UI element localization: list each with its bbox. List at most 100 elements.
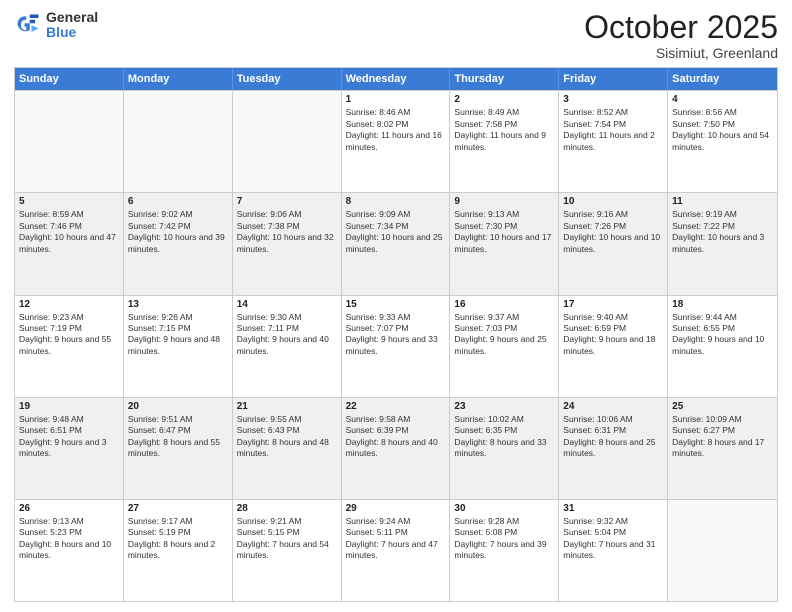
cell-info: Sunrise: 9:06 AM Sunset: 7:38 PM Dayligh… xyxy=(237,209,337,255)
month-title: October 2025 xyxy=(584,10,778,45)
calendar-cell: 9 Sunrise: 9:13 AM Sunset: 7:30 PM Daylig… xyxy=(450,193,559,294)
cell-day-number: 21 xyxy=(237,401,337,412)
cell-info: Sunrise: 9:33 AM Sunset: 7:07 PM Dayligh… xyxy=(346,312,446,358)
cell-info: Sunrise: 9:51 AM Sunset: 6:47 PM Dayligh… xyxy=(128,414,228,460)
cell-info: Sunrise: 9:21 AM Sunset: 5:15 PM Dayligh… xyxy=(237,516,337,562)
cell-info: Sunrise: 10:02 AM Sunset: 6:35 PM Daylig… xyxy=(454,414,554,460)
cell-day-number: 18 xyxy=(672,299,773,310)
calendar-week-4: 19 Sunrise: 9:48 AM Sunset: 6:51 PM Dayli… xyxy=(15,397,777,499)
cell-info: Sunrise: 8:59 AM Sunset: 7:46 PM Dayligh… xyxy=(19,209,119,255)
logo-blue: Blue xyxy=(46,25,98,40)
cell-day-number: 22 xyxy=(346,401,446,412)
logo-general: General xyxy=(46,10,98,25)
cell-day-number: 31 xyxy=(563,503,663,514)
calendar-cell: 14 Sunrise: 9:30 AM Sunset: 7:11 PM Dayli… xyxy=(233,296,342,397)
logo: General Blue xyxy=(14,10,98,41)
cell-day-number: 15 xyxy=(346,299,446,310)
calendar-week-5: 26 Sunrise: 9:13 AM Sunset: 5:23 PM Dayli… xyxy=(15,499,777,601)
cell-info: Sunrise: 9:37 AM Sunset: 7:03 PM Dayligh… xyxy=(454,312,554,358)
calendar-cell: 7Sunrise: 9:06 AM Sunset: 7:38 PM Daylig… xyxy=(233,193,342,294)
calendar-cell xyxy=(15,91,124,192)
calendar-cell: 11Sunrise: 9:19 AM Sunset: 7:22 PM Dayli… xyxy=(668,193,777,294)
calendar-cell: 28 Sunrise: 9:21 AM Sunset: 5:15 PM Dayli… xyxy=(233,500,342,601)
cell-info: Sunrise: 9:32 AM Sunset: 5:04 PM Dayligh… xyxy=(563,516,663,562)
calendar-cell: 26 Sunrise: 9:13 AM Sunset: 5:23 PM Dayli… xyxy=(15,500,124,601)
cell-info: Sunrise: 9:55 AM Sunset: 6:43 PM Dayligh… xyxy=(237,414,337,460)
cell-info: Sunrise: 9:09 AM Sunset: 7:34 PM Dayligh… xyxy=(346,209,446,255)
cell-info: Sunrise: 9:28 AM Sunset: 5:08 PM Dayligh… xyxy=(454,516,554,562)
cell-day-number: 6 xyxy=(128,196,228,207)
cell-day-number: 9 xyxy=(454,196,554,207)
cell-day-number: 30 xyxy=(454,503,554,514)
calendar-cell xyxy=(124,91,233,192)
cell-day-number: 26 xyxy=(19,503,119,514)
header-sunday: Sunday xyxy=(15,68,124,90)
calendar-cell: 1 Sunrise: 8:46 AM Sunset: 8:02 PM Daylig… xyxy=(342,91,451,192)
cell-info: Sunrise: 9:44 AM Sunset: 6:55 PM Dayligh… xyxy=(672,312,773,358)
calendar-cell: 10Sunrise: 9:16 AM Sunset: 7:26 PM Dayli… xyxy=(559,193,668,294)
cell-day-number: 5 xyxy=(19,196,119,207)
cell-info: Sunrise: 9:48 AM Sunset: 6:51 PM Dayligh… xyxy=(19,414,119,460)
cell-info: Sunrise: 9:13 AM Sunset: 5:23 PM Dayligh… xyxy=(19,516,119,562)
cell-day-number: 24 xyxy=(563,401,663,412)
header-wednesday: Wednesday xyxy=(342,68,451,90)
cell-day-number: 28 xyxy=(237,503,337,514)
cell-info: Sunrise: 9:58 AM Sunset: 6:39 PM Dayligh… xyxy=(346,414,446,460)
calendar-cell: 4 Sunrise: 8:56 AM Sunset: 7:50 PM Daylig… xyxy=(668,91,777,192)
calendar-week-3: 12 Sunrise: 9:23 AM Sunset: 7:19 PM Dayli… xyxy=(15,295,777,397)
calendar-cell: 16 Sunrise: 9:37 AM Sunset: 7:03 PM Dayli… xyxy=(450,296,559,397)
cell-day-number: 16 xyxy=(454,299,554,310)
calendar-cell: 23 Sunrise: 10:02 AM Sunset: 6:35 PM Dayl… xyxy=(450,398,559,499)
cell-info: Sunrise: 9:13 AM Sunset: 7:30 PM Dayligh… xyxy=(454,209,554,255)
cell-info: Sunrise: 8:52 AM Sunset: 7:54 PM Dayligh… xyxy=(563,107,663,153)
cell-day-number: 14 xyxy=(237,299,337,310)
cell-day-number: 29 xyxy=(346,503,446,514)
cell-info: Sunrise: 10:09 AM Sunset: 6:27 PM Daylig… xyxy=(672,414,773,460)
calendar-cell: 2Sunrise: 8:49 AM Sunset: 7:58 PM Daylig… xyxy=(450,91,559,192)
cell-info: Sunrise: 9:24 AM Sunset: 5:11 PM Dayligh… xyxy=(346,516,446,562)
calendar-cell: 30 Sunrise: 9:28 AM Sunset: 5:08 PM Dayli… xyxy=(450,500,559,601)
cell-info: Sunrise: 9:26 AM Sunset: 7:15 PM Dayligh… xyxy=(128,312,228,358)
header-saturday: Saturday xyxy=(668,68,777,90)
header-friday: Friday xyxy=(559,68,668,90)
calendar-body: 1 Sunrise: 8:46 AM Sunset: 8:02 PM Daylig… xyxy=(15,90,777,601)
header-monday: Monday xyxy=(124,68,233,90)
calendar-cell: 24 Sunrise: 10:06 AM Sunset: 6:31 PM Dayl… xyxy=(559,398,668,499)
calendar-cell: 5 Sunrise: 8:59 AM Sunset: 7:46 PM Daylig… xyxy=(15,193,124,294)
title-block: October 2025 Sisimiut, Greenland xyxy=(584,10,778,61)
calendar-cell: 8Sunrise: 9:09 AM Sunset: 7:34 PM Daylig… xyxy=(342,193,451,294)
cell-info: Sunrise: 8:46 AM Sunset: 8:02 PM Dayligh… xyxy=(346,107,446,153)
cell-info: Sunrise: 9:02 AM Sunset: 7:42 PM Dayligh… xyxy=(128,209,228,255)
calendar-cell: 18 Sunrise: 9:44 AM Sunset: 6:55 PM Dayli… xyxy=(668,296,777,397)
header-thursday: Thursday xyxy=(450,68,559,90)
calendar-cell: 6 Sunrise: 9:02 AM Sunset: 7:42 PM Daylig… xyxy=(124,193,233,294)
cell-day-number: 23 xyxy=(454,401,554,412)
cell-info: Sunrise: 9:30 AM Sunset: 7:11 PM Dayligh… xyxy=(237,312,337,358)
calendar-week-2: 5 Sunrise: 8:59 AM Sunset: 7:46 PM Daylig… xyxy=(15,192,777,294)
calendar-cell: 21 Sunrise: 9:55 AM Sunset: 6:43 PM Dayli… xyxy=(233,398,342,499)
calendar-cell: 17Sunrise: 9:40 AM Sunset: 6:59 PM Dayli… xyxy=(559,296,668,397)
calendar-cell: 19 Sunrise: 9:48 AM Sunset: 6:51 PM Dayli… xyxy=(15,398,124,499)
calendar-cell: 27Sunrise: 9:17 AM Sunset: 5:19 PM Dayli… xyxy=(124,500,233,601)
calendar-cell xyxy=(233,91,342,192)
cell-day-number: 2 xyxy=(454,94,554,105)
cell-info: Sunrise: 9:17 AM Sunset: 5:19 PM Dayligh… xyxy=(128,516,228,562)
calendar-cell xyxy=(668,500,777,601)
cell-day-number: 19 xyxy=(19,401,119,412)
calendar: Sunday Monday Tuesday Wednesday Thursday… xyxy=(14,67,778,602)
calendar-cell: 20 Sunrise: 9:51 AM Sunset: 6:47 PM Dayli… xyxy=(124,398,233,499)
cell-day-number: 3 xyxy=(563,94,663,105)
cell-day-number: 11 xyxy=(672,196,773,207)
cell-day-number: 20 xyxy=(128,401,228,412)
cell-info: Sunrise: 9:40 AM Sunset: 6:59 PM Dayligh… xyxy=(563,312,663,358)
cell-day-number: 1 xyxy=(346,94,446,105)
calendar-week-1: 1 Sunrise: 8:46 AM Sunset: 8:02 PM Daylig… xyxy=(15,90,777,192)
cell-info: Sunrise: 10:06 AM Sunset: 6:31 PM Daylig… xyxy=(563,414,663,460)
cell-info: Sunrise: 8:56 AM Sunset: 7:50 PM Dayligh… xyxy=(672,107,773,153)
cell-day-number: 4 xyxy=(672,94,773,105)
calendar-cell: 3 Sunrise: 8:52 AM Sunset: 7:54 PM Daylig… xyxy=(559,91,668,192)
cell-day-number: 10 xyxy=(563,196,663,207)
cell-info: Sunrise: 9:23 AM Sunset: 7:19 PM Dayligh… xyxy=(19,312,119,358)
cell-day-number: 12 xyxy=(19,299,119,310)
calendar-header: Sunday Monday Tuesday Wednesday Thursday… xyxy=(15,68,777,90)
